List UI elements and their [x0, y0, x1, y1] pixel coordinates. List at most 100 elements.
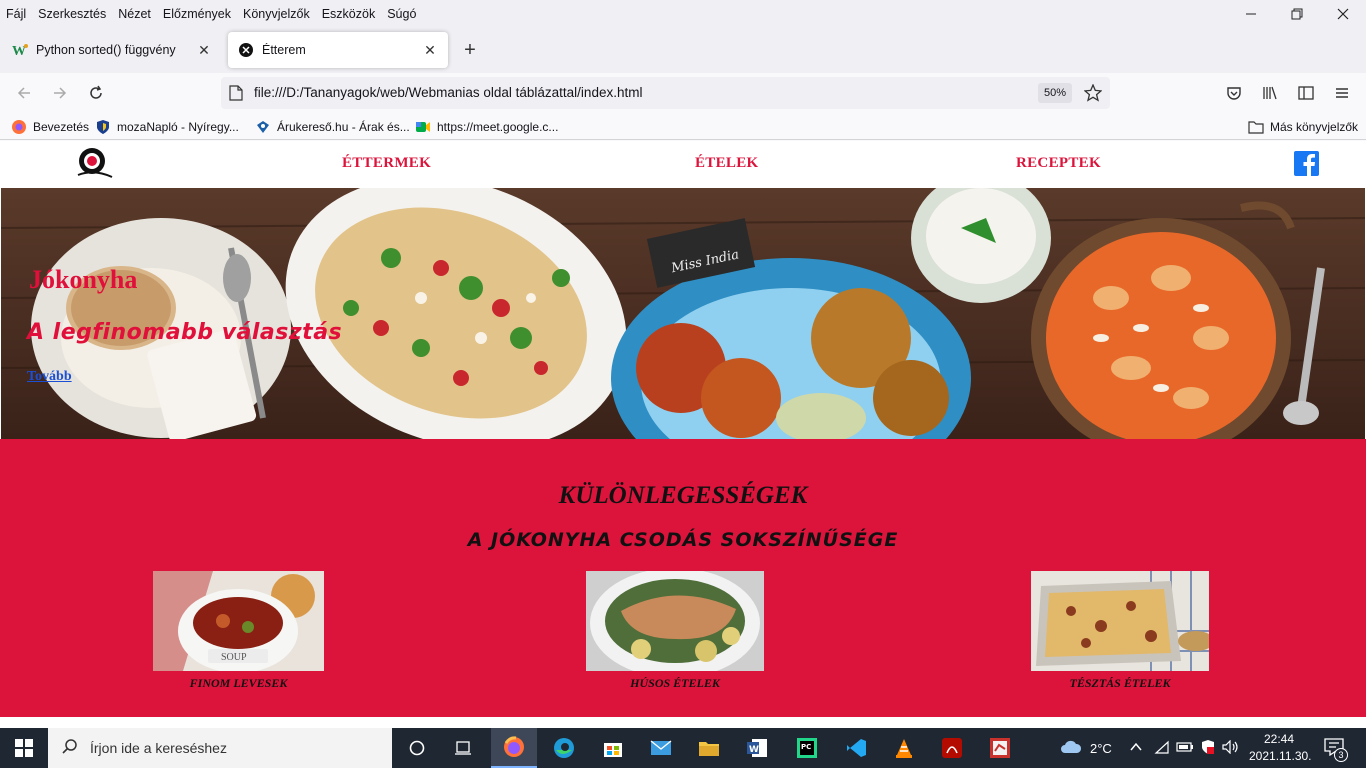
clock-time[interactable]: 22:44	[1264, 732, 1294, 746]
pycharm-icon[interactable]: PC	[784, 728, 830, 768]
menu-history[interactable]: Előzmények	[157, 4, 237, 24]
svg-text:W: W	[12, 44, 26, 57]
temperature[interactable]: 2°C	[1090, 741, 1112, 756]
site-favicon	[238, 42, 254, 58]
tab-python-sorted[interactable]: W Python sorted() függvény ✕	[2, 32, 222, 68]
forward-button[interactable]	[48, 81, 72, 105]
search-placeholder: Írjon ide a kereséshez	[90, 740, 227, 756]
sidebar-icon[interactable]	[1294, 81, 1318, 105]
weather-cloud-icon[interactable]	[1060, 739, 1082, 758]
card-caption: TÉSZTÁS ÉTELEK	[1069, 676, 1171, 690]
cortana-icon[interactable]	[394, 728, 440, 768]
close-window-button[interactable]	[1320, 0, 1366, 27]
window-controls	[1228, 0, 1366, 27]
minimize-button[interactable]	[1228, 0, 1274, 27]
site-navigation: ÉTTERMEK ÉTELEK RECEPTEK	[0, 141, 1366, 188]
hero-food-image: Miss India	[1, 188, 1365, 439]
nav-link-etelek[interactable]: ÉTELEK	[695, 155, 759, 172]
menu-bar: Fájl Szerkesztés Nézet Előzmények Könyvj…	[0, 0, 1366, 27]
nav-link-ettermek[interactable]: ÉTTERMEK	[342, 155, 431, 172]
bookmark-item[interactable]: Bevezetés	[11, 118, 89, 136]
web-page: ÉTTERMEK ÉTELEK RECEPTEK Miss India Jóko…	[0, 141, 1366, 728]
acrobat-icon[interactable]	[929, 728, 975, 768]
firefox-taskbar-icon[interactable]	[491, 728, 537, 768]
pasta-dish-image	[1031, 571, 1209, 671]
section-title: KÜLÖNLEGESSÉGEK	[558, 482, 808, 509]
wifi-icon[interactable]	[1154, 740, 1170, 757]
file-explorer-icon[interactable]	[686, 728, 732, 768]
star-icon[interactable]	[1083, 83, 1103, 105]
clock-date[interactable]: 2021.11.30.	[1249, 749, 1312, 763]
svg-text:SOUP: SOUP	[221, 652, 247, 663]
w-icon: W	[12, 42, 28, 58]
card-tesztas[interactable]: TÉSZTÁS ÉTELEK	[1031, 571, 1209, 691]
close-tab-icon[interactable]: ✕	[196, 42, 212, 59]
task-view-icon[interactable]	[440, 728, 486, 768]
battery-icon[interactable]	[1176, 741, 1194, 756]
menu-view[interactable]: Nézet	[112, 4, 157, 24]
pocket-icon[interactable]	[1222, 81, 1246, 105]
chevron-up-icon[interactable]	[1129, 740, 1143, 757]
menu-tools[interactable]: Eszközök	[316, 4, 382, 24]
edge-icon[interactable]	[541, 728, 587, 768]
bookmarks-toolbar: Bevezetés mozaNapló - Nyíregy... Árukere…	[0, 113, 1366, 140]
menu-help[interactable]: Súgó	[381, 4, 422, 24]
reload-button[interactable]	[84, 81, 108, 105]
close-tab-icon[interactable]: ✕	[422, 42, 438, 59]
hero-banner: Miss India Jókonyha A legfinomabb válasz…	[1, 188, 1365, 439]
notification-count: 3	[1334, 748, 1348, 762]
hamburger-menu-icon[interactable]	[1330, 81, 1354, 105]
mail-icon[interactable]	[638, 728, 684, 768]
store-icon[interactable]	[590, 728, 636, 768]
vscode-icon[interactable]	[833, 728, 879, 768]
search-icon	[62, 738, 78, 758]
bookmark-item[interactable]: Árukereső.hu - Árak és...	[255, 118, 410, 136]
menu-bookmarks[interactable]: Könyvjelzők	[237, 4, 316, 24]
library-icon[interactable]	[1258, 81, 1282, 105]
tab-label: Étterem	[262, 43, 306, 57]
jokonyha-logo[interactable]	[74, 145, 114, 183]
bookmark-label: Árukereső.hu - Árak és...	[277, 120, 410, 134]
app-red-icon[interactable]	[977, 728, 1023, 768]
volume-icon[interactable]	[1222, 739, 1240, 757]
word-icon[interactable]: W	[734, 728, 780, 768]
shield-icon	[95, 119, 111, 135]
page-icon	[229, 85, 243, 104]
bookmark-item[interactable]: mozaNapló - Nyíregy...	[95, 118, 239, 136]
tab-etterem[interactable]: Étterem ✕	[228, 32, 448, 68]
tab-strip: W Python sorted() függvény ✕ Étterem ✕ +	[0, 27, 1366, 73]
svg-text:PC: PC	[801, 743, 811, 751]
tab-label: Python sorted() függvény	[36, 43, 176, 57]
hero-subtitle: A legfinomabb választás	[27, 320, 343, 345]
facebook-icon[interactable]	[1294, 151, 1319, 176]
hero-title: Jókonyha	[29, 265, 138, 294]
address-bar[interactable]: file:///D:/Tananyagok/web/Webmanias olda…	[221, 77, 1110, 109]
card-husos[interactable]: HÚSOS ÉTELEK	[586, 571, 764, 691]
navigation-toolbar: file:///D:/Tananyagok/web/Webmanias olda…	[0, 73, 1366, 113]
new-tab-button[interactable]: +	[458, 39, 482, 63]
bookmark-label: https://meet.google.c...	[437, 120, 559, 134]
page-bottom	[0, 717, 1366, 728]
firefox-icon	[11, 119, 27, 135]
restore-button[interactable]	[1274, 0, 1320, 27]
svg-text:W: W	[749, 745, 759, 755]
bookmark-item[interactable]: https://meet.google.c...	[415, 118, 558, 136]
zoom-level-badge[interactable]: 50%	[1038, 83, 1073, 103]
menu-file[interactable]: Fájl	[0, 4, 32, 24]
section-subtitle: A JÓKONYHA CSODÁS SOKSZÍNŰSÉGE	[467, 529, 899, 551]
vlc-icon[interactable]	[881, 728, 927, 768]
back-button[interactable]	[12, 81, 36, 105]
start-button[interactable]	[0, 728, 48, 768]
url-text[interactable]: file:///D:/Tananyagok/web/Webmanias olda…	[254, 85, 642, 100]
menu-edit[interactable]: Szerkesztés	[32, 4, 112, 24]
folder-icon	[1248, 119, 1264, 135]
taskbar-search[interactable]: Írjon ide a kereséshez	[48, 728, 392, 768]
notifications-button[interactable]: 3	[1324, 738, 1348, 762]
security-shield-icon[interactable]	[1200, 739, 1216, 758]
nav-link-receptek[interactable]: RECEPTEK	[1016, 155, 1101, 172]
other-bookmarks[interactable]: Más könyvjelzők	[1248, 118, 1358, 136]
specialities-section: KÜLÖNLEGESSÉGEK A JÓKONYHA CSODÁS SOKSZÍ…	[0, 439, 1366, 717]
windows-icon	[15, 739, 33, 757]
hero-tovabb-link[interactable]: Tovább	[27, 369, 72, 385]
card-levesek[interactable]: SOUP FINOM LEVESEK	[153, 571, 324, 691]
